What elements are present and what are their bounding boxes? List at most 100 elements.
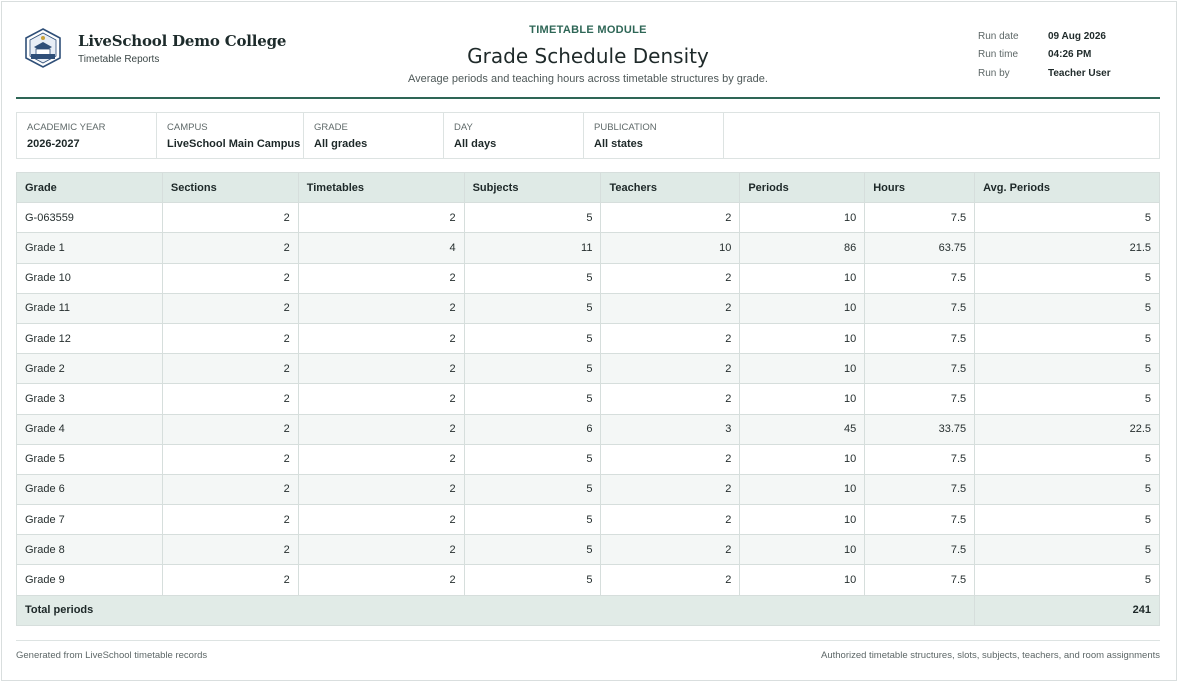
table-cell: 2 bbox=[297, 504, 465, 536]
total-row: Total periods 241 bbox=[15, 594, 1160, 626]
column-header: Avg. Periods bbox=[974, 171, 1160, 204]
filter-value: All grades bbox=[314, 138, 368, 150]
footer-scope-note: Authorized timetable structures, slots, … bbox=[821, 650, 1160, 661]
table-cell: 2 bbox=[297, 443, 465, 475]
table-cell: Grade 11 bbox=[16, 292, 163, 324]
table-row: Grade 1 2 4 11 10 86 63.75 21.5 bbox=[16, 232, 1160, 264]
meta-row-run-date: Run date 09 Aug 2026 bbox=[978, 27, 1111, 46]
column-header: Grade bbox=[16, 171, 163, 204]
table-cell: Grade 9 bbox=[16, 564, 163, 596]
table-cell: 2 bbox=[297, 534, 465, 566]
table-row: Grade 3 2 2 5 2 10 7.5 5 bbox=[16, 383, 1160, 415]
meta-value: 09 Aug 2026 bbox=[1048, 30, 1106, 42]
filter-label: DAY bbox=[454, 122, 473, 133]
table-cell: 5 bbox=[974, 353, 1160, 385]
table-cell: 7.5 bbox=[864, 504, 976, 536]
meta-label: Run by bbox=[978, 67, 1010, 79]
table-cell: 2 bbox=[161, 353, 299, 385]
table-cell: 2 bbox=[297, 383, 465, 415]
table-row: G-063559 2 2 5 2 10 7.5 5 bbox=[16, 202, 1160, 234]
table-cell: 10 bbox=[739, 202, 866, 234]
table-cell: 5 bbox=[463, 292, 602, 324]
filter-day: DAY All days bbox=[444, 113, 584, 158]
table-cell: 7.5 bbox=[864, 564, 976, 596]
filter-campus: CAMPUS LiveSchool Main Campus bbox=[157, 113, 304, 158]
table-cell: 2 bbox=[600, 564, 741, 596]
column-header: Timetables bbox=[297, 171, 465, 204]
filter-publication: PUBLICATION All states bbox=[584, 113, 724, 158]
table-cell: 3 bbox=[600, 413, 741, 445]
table-cell: Grade 6 bbox=[16, 473, 163, 506]
filter-label: ACADEMIC YEAR bbox=[27, 122, 106, 133]
footer-source-note: Generated from LiveSchool timetable reco… bbox=[16, 650, 208, 661]
table-cell: 10 bbox=[739, 292, 866, 324]
table-cell: 5 bbox=[974, 534, 1160, 566]
table-cell: Grade 2 bbox=[16, 353, 163, 385]
table-cell: 10 bbox=[739, 443, 866, 475]
table-cell: 2 bbox=[297, 413, 465, 445]
table-cell: 2 bbox=[600, 353, 741, 385]
table-cell: 5 bbox=[463, 443, 602, 475]
table-cell: 5 bbox=[974, 262, 1160, 294]
table-cell: 5 bbox=[463, 322, 602, 355]
meta-row-run-by: Run by Teacher User bbox=[978, 64, 1111, 83]
table-cell: 5 bbox=[974, 473, 1160, 506]
table-cell: 7.5 bbox=[864, 473, 976, 506]
filter-label: CAMPUS bbox=[167, 122, 208, 133]
table-cell: 5 bbox=[974, 292, 1160, 324]
filter-label: GRADE bbox=[314, 122, 348, 133]
filter-label: PUBLICATION bbox=[594, 122, 657, 133]
table-cell: 2 bbox=[161, 262, 299, 294]
table-cell: 7.5 bbox=[864, 534, 976, 566]
table-cell: 22.5 bbox=[974, 413, 1160, 445]
column-header: Periods bbox=[739, 171, 866, 204]
table-cell: 2 bbox=[600, 473, 741, 506]
table-cell: G-063559 bbox=[16, 202, 163, 234]
run-meta: Run date 09 Aug 2026 Run time 04:26 PM R… bbox=[978, 27, 1111, 83]
table-cell: 2 bbox=[161, 534, 299, 566]
table-cell: 2 bbox=[600, 292, 741, 324]
column-header: Subjects bbox=[463, 171, 602, 204]
grade-density-table: Grade Sections Timetables Subjects Teachers P… bbox=[15, 171, 1160, 626]
table-cell: 6 bbox=[463, 413, 602, 445]
table-cell: 10 bbox=[739, 383, 866, 415]
filter-value: All states bbox=[594, 138, 643, 150]
meta-value: 04:26 PM bbox=[1048, 49, 1092, 61]
table-cell: 5 bbox=[974, 202, 1160, 234]
table-row: Grade 5 2 2 5 2 10 7.5 5 bbox=[16, 443, 1160, 475]
table-cell: 2 bbox=[600, 322, 741, 355]
table-cell: 2 bbox=[161, 443, 299, 475]
table-cell: 4 bbox=[297, 232, 465, 264]
table-cell: 2 bbox=[600, 202, 741, 234]
table-cell: 5 bbox=[463, 564, 602, 596]
table-cell: 2 bbox=[600, 262, 741, 294]
table-cell: 5 bbox=[974, 443, 1160, 475]
table-cell: 2 bbox=[600, 534, 741, 566]
table-cell: Grade 12 bbox=[16, 322, 163, 355]
table-cell: 2 bbox=[161, 232, 299, 264]
table-cell: 2 bbox=[297, 322, 465, 355]
table-row: Grade 4 2 2 6 3 45 33.75 22.5 bbox=[16, 413, 1160, 445]
table-cell: 2 bbox=[600, 504, 741, 536]
table-cell: 86 bbox=[739, 232, 866, 264]
table-row: Grade 9 2 2 5 2 10 7.5 5 bbox=[16, 564, 1160, 596]
filter-value: All days bbox=[454, 138, 497, 150]
table-cell: 2 bbox=[161, 383, 299, 415]
table-cell: 5 bbox=[463, 353, 602, 385]
total-label: Total periods bbox=[15, 594, 976, 626]
table-cell: 21.5 bbox=[974, 232, 1160, 264]
table-cell: 5 bbox=[974, 564, 1160, 596]
table-cell: 2 bbox=[600, 443, 741, 475]
report-header: LiveSchool Demo College Timetable Report… bbox=[16, 0, 1160, 99]
table-cell: 10 bbox=[600, 232, 741, 264]
table-cell: Grade 3 bbox=[16, 383, 163, 415]
table-header-row: Grade Sections Timetables Subjects Teachers P… bbox=[16, 171, 1160, 204]
table-cell: Grade 10 bbox=[16, 262, 163, 294]
table-cell: 2 bbox=[297, 292, 465, 324]
footer-divider bbox=[16, 640, 1160, 641]
filter-value: 2026-2027 bbox=[27, 138, 80, 150]
table-cell: 7.5 bbox=[864, 383, 976, 415]
table-cell: 10 bbox=[739, 262, 866, 294]
table-cell: 2 bbox=[161, 322, 299, 355]
table-cell: 2 bbox=[297, 564, 465, 596]
